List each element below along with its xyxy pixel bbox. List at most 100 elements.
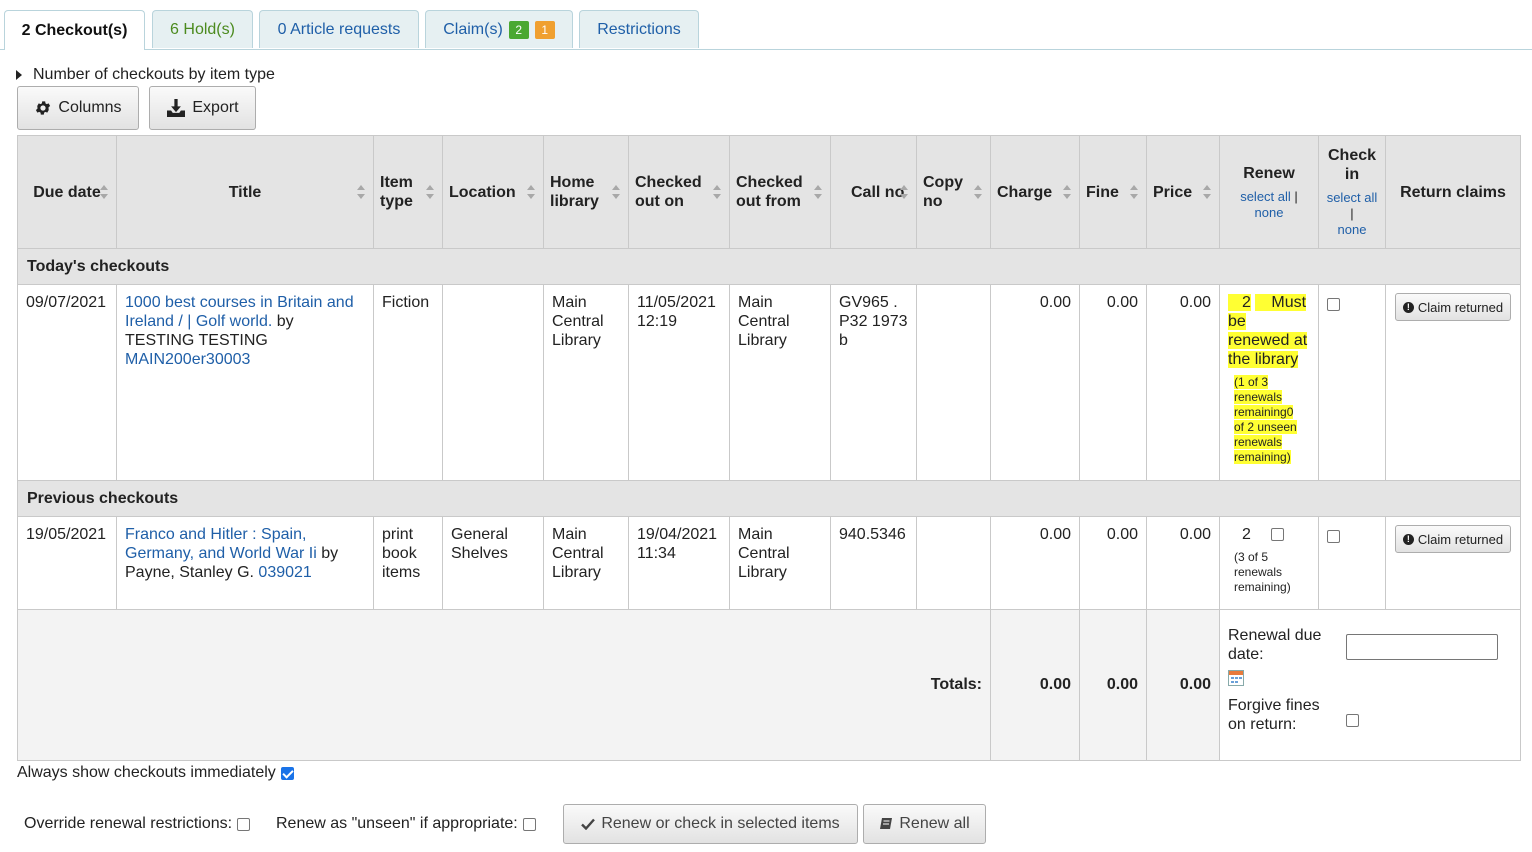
totals-fine: 0.00 [1079, 609, 1147, 761]
col-fine[interactable]: Fine [1079, 135, 1147, 249]
renew-or-checkin-button[interactable]: Renew or check in selected items [563, 804, 858, 844]
always-show-row: Always show checkouts immediately [17, 764, 294, 782]
claim-returned-button[interactable]: ! Claim returned [1394, 293, 1512, 321]
col-home-library[interactable]: Home library [543, 135, 629, 249]
renew-cell: 2 (3 of 5 renewals remaining) [1219, 516, 1319, 610]
columns-button[interactable]: Columns [17, 86, 139, 130]
check-in-cell [1318, 284, 1386, 481]
col-check-in: Check in select all | none [1318, 135, 1386, 249]
group-label-previous: Previous checkouts [17, 480, 1521, 517]
separator: | [1350, 206, 1354, 221]
col-renew: Renew select all | none [1219, 135, 1319, 249]
col-check-in-label: Check in [1327, 147, 1377, 183]
checkouts-table: Due date Title Item type Location Home l… [17, 135, 1521, 761]
col-call-no[interactable]: Call no [830, 135, 917, 249]
download-icon [167, 99, 186, 117]
renew-count: 2 [1228, 294, 1251, 311]
gear-icon [36, 101, 51, 115]
sort-icon [426, 185, 434, 199]
always-show-checkbox[interactable] [280, 766, 294, 780]
item-type-cell: Fiction [373, 284, 443, 481]
table-row: 09/07/2021 1000 best courses in Britain … [17, 284, 1521, 481]
export-button-label: Export [192, 99, 239, 116]
col-title-label: Title [228, 183, 262, 201]
title-link[interactable]: 1000 best courses in Britain and Ireland… [125, 294, 354, 330]
calendar-icon[interactable] [1228, 670, 1244, 686]
tab-restrictions[interactable]: Restrictions [579, 10, 699, 48]
renewals-remaining-text: (1 of 3 renewals remaining0 of 2 unseen … [1234, 375, 1297, 464]
checked-out-from-cell: Main Central Library [729, 516, 831, 610]
tab-claims[interactable]: Claim(s) 2 1 [425, 10, 573, 48]
col-copy-no-label: Copy no [923, 174, 963, 210]
col-title[interactable]: Title [116, 135, 374, 249]
copy-no-cell [916, 284, 991, 481]
renewals-remaining-text: (3 of 5 renewals remaining) [1234, 550, 1291, 594]
check-in-checkbox[interactable] [1327, 529, 1340, 543]
renew-checkbox[interactable] [1271, 528, 1285, 542]
unseen-row: Renew as "unseen" if appropriate: [276, 815, 536, 833]
col-item-type[interactable]: Item type [373, 135, 443, 249]
forgive-fines-checkbox[interactable] [1346, 714, 1359, 727]
title-cell: 1000 best courses in Britain and Ireland… [116, 284, 374, 481]
renew-cell: 2 Must be renewed at the library (1 of 3… [1219, 284, 1319, 481]
sort-icon [527, 185, 535, 199]
col-fine-label: Fine [1086, 183, 1119, 201]
copy-no-cell [916, 516, 991, 610]
table-row: 19/05/2021 Franco and Hitler : Spain, Ge… [17, 516, 1521, 610]
caret-right-icon [16, 70, 22, 80]
checked-out-from-cell: Main Central Library [729, 284, 831, 481]
checkin-select-none-link[interactable]: none [1338, 222, 1367, 237]
check-in-checkbox[interactable] [1327, 297, 1340, 311]
renew-or-checkin-label: Renew or check in selected items [601, 815, 840, 832]
tab-holds[interactable]: 6 Hold(s) [152, 10, 253, 48]
home-library-cell: Main Central Library [543, 284, 629, 481]
col-checked-out-on-label: Checked out on [635, 174, 702, 210]
col-due-date[interactable]: Due date [17, 135, 117, 249]
checkouts-by-type-toggle[interactable]: Number of checkouts by item type [16, 66, 275, 84]
book-icon [880, 818, 893, 829]
sort-icon [814, 185, 822, 199]
title-link[interactable]: Franco and Hitler : Spain, Germany, and … [125, 526, 317, 562]
col-price[interactable]: Price [1146, 135, 1220, 249]
tab-article-requests[interactable]: 0 Article requests [259, 10, 419, 48]
barcode-link[interactable]: 039021 [258, 564, 311, 581]
sort-icon [100, 185, 108, 199]
col-copy-no[interactable]: Copy no [916, 135, 991, 249]
charge-cell: 0.00 [990, 516, 1080, 610]
col-checked-out-from-label: Checked out from [736, 174, 803, 210]
renew-select-none-link[interactable]: none [1255, 205, 1284, 220]
col-location[interactable]: Location [442, 135, 544, 249]
col-location-label: Location [449, 183, 516, 201]
exclamation-circle-icon: ! [1402, 533, 1414, 545]
barcode-link[interactable]: MAIN200er30003 [125, 351, 250, 368]
renew-count: 2 [1242, 526, 1251, 543]
renew-select-all-link[interactable]: select all [1240, 189, 1291, 204]
always-show-label: Always show checkouts immediately [17, 764, 276, 781]
renewal-due-date-input[interactable] [1346, 634, 1498, 660]
group-row-today: Today's checkouts [17, 248, 1521, 285]
separator: | [1294, 188, 1298, 204]
export-button[interactable]: Export [149, 86, 256, 130]
renew-all-label: Renew all [899, 815, 970, 832]
totals-charge: 0.00 [990, 609, 1080, 761]
tab-checkouts[interactable]: 2 Checkout(s) [4, 10, 145, 50]
tab-holds-label: 6 Hold(s) [170, 20, 235, 38]
claim-returned-button[interactable]: ! Claim returned [1394, 525, 1512, 553]
renew-unseen-checkbox[interactable] [522, 817, 536, 831]
tab-article-requests-label: 0 Article requests [277, 20, 401, 38]
return-claim-cell: ! Claim returned [1385, 516, 1521, 610]
col-checked-out-on[interactable]: Checked out on [628, 135, 730, 249]
checkin-select-all-link[interactable]: select all [1327, 190, 1378, 205]
claims-pending-badge: 1 [534, 20, 555, 39]
col-charge[interactable]: Charge [990, 135, 1080, 249]
sort-icon [974, 185, 982, 199]
override-renewal-checkbox[interactable] [237, 817, 251, 831]
col-checked-out-from[interactable]: Checked out from [729, 135, 831, 249]
due-date-cell: 09/07/2021 [17, 284, 117, 481]
tab-claims-label: Claim(s) [443, 20, 503, 38]
charge-cell: 0.00 [990, 284, 1080, 481]
col-charge-label: Charge [997, 183, 1053, 201]
author-text: TESTING TESTING [125, 332, 268, 349]
col-due-date-label: Due date [33, 183, 101, 201]
renew-all-button[interactable]: Renew all [863, 804, 986, 844]
